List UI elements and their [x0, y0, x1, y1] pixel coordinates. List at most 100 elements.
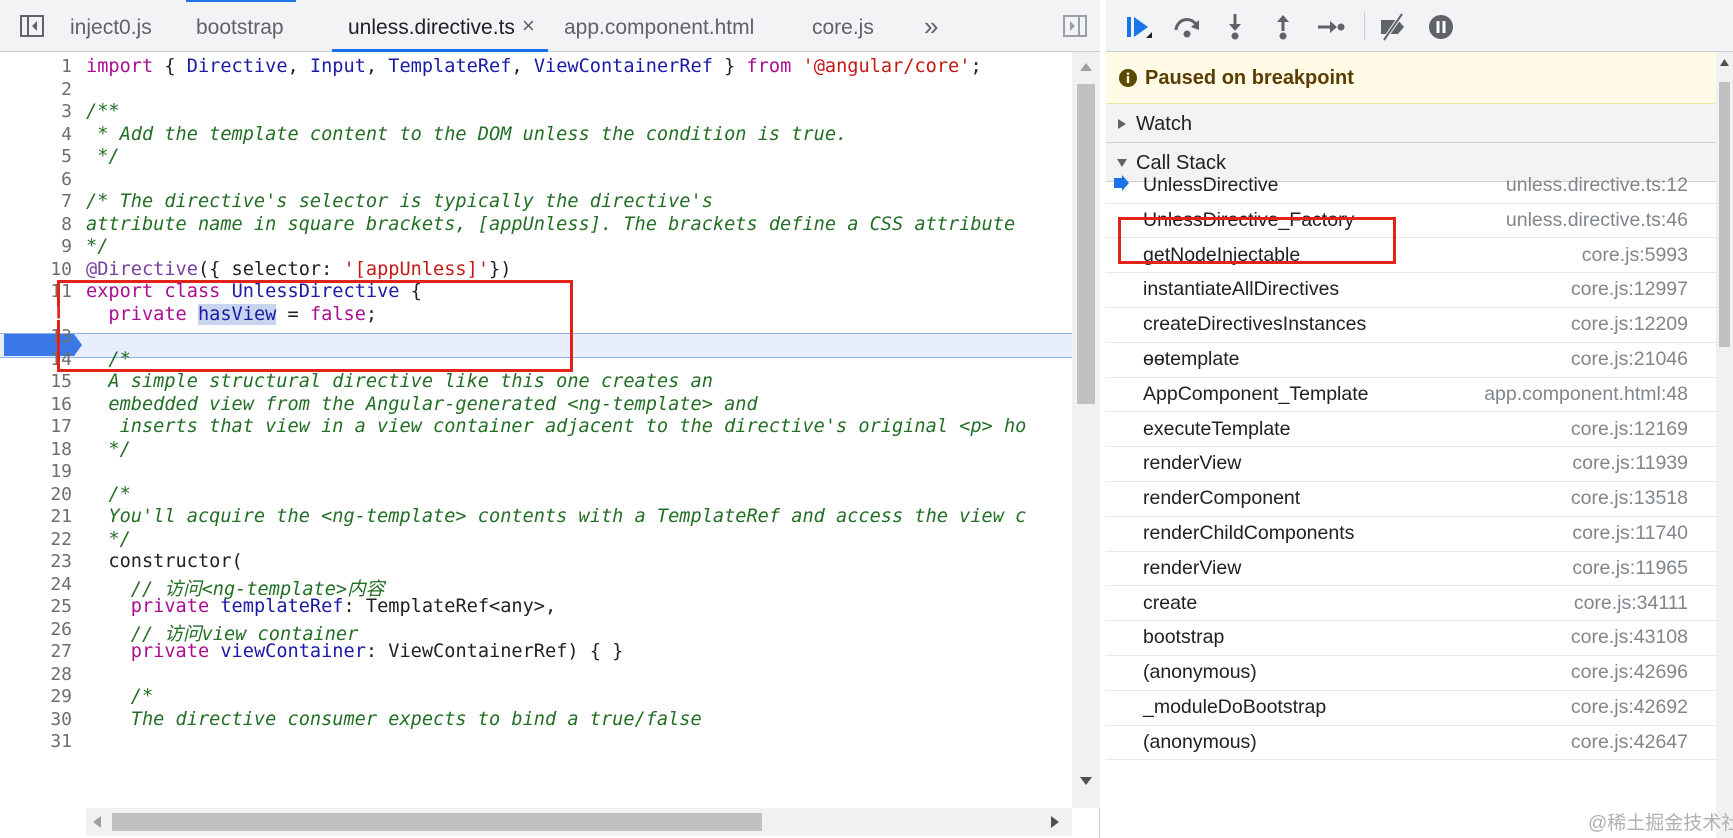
- line-number[interactable]: 27: [0, 641, 72, 662]
- tab-app-component-html[interactable]: app.component.html: [564, 0, 754, 52]
- tab-bootstrap[interactable]: bootstrap: [196, 0, 284, 52]
- scrollbar-thumb[interactable]: [112, 813, 762, 831]
- call-frame-name: executeTemplate: [1143, 417, 1291, 440]
- call-frame-location[interactable]: core.js:12169: [1571, 418, 1688, 441]
- call-frame-name: renderComponent: [1143, 487, 1301, 510]
- call-frame-location[interactable]: core.js:12997: [1571, 278, 1688, 301]
- call-frame-location[interactable]: core.js:42647: [1571, 731, 1688, 754]
- line-number[interactable]: 4: [0, 124, 72, 145]
- tab-core-js[interactable]: core.js: [812, 0, 874, 52]
- step-icon[interactable]: [1316, 12, 1346, 42]
- call-frame[interactable]: createDirectivesInstances core.js:12209: [1106, 304, 1716, 343]
- line-number[interactable]: 23: [0, 551, 72, 572]
- line-number[interactable]: 21: [0, 506, 72, 527]
- step-out-icon[interactable]: [1268, 12, 1298, 42]
- call-frame[interactable]: renderView core.js:11965: [1106, 548, 1716, 587]
- line-number[interactable]: 20: [0, 484, 72, 505]
- scroll-down-icon[interactable]: [1079, 776, 1093, 786]
- call-frame[interactable]: _moduleDoBootstrap core.js:42692: [1106, 687, 1716, 726]
- call-frame-location[interactable]: core.js:11740: [1572, 522, 1688, 545]
- scrollbar-thumb[interactable]: [1077, 84, 1095, 404]
- step-over-icon[interactable]: [1172, 12, 1202, 42]
- call-frame-name: UnlessDirective: [1143, 174, 1279, 196]
- line-number[interactable]: 16: [0, 394, 72, 415]
- watch-section-header[interactable]: Watch: [1106, 104, 1716, 143]
- scroll-right-icon[interactable]: [1050, 815, 1060, 829]
- line-number[interactable]: 31: [0, 731, 72, 752]
- toolbar-divider: [1364, 12, 1365, 40]
- call-frame[interactable]: bootstrap core.js:43108: [1106, 617, 1716, 656]
- resume-icon[interactable]: [1124, 12, 1154, 42]
- pause-on-exceptions-icon[interactable]: [1426, 12, 1456, 42]
- line-number[interactable]: 1: [0, 56, 72, 77]
- call-frame-location[interactable]: core.js:11965: [1572, 557, 1688, 580]
- call-frame[interactable]: ɵɵtemplate core.js:21046: [1106, 339, 1716, 378]
- line-number[interactable]: 9: [0, 236, 72, 257]
- call-frame[interactable]: executeTemplate core.js:12169: [1106, 409, 1716, 448]
- deactivate-breakpoints-icon[interactable]: [1378, 12, 1408, 42]
- line-number[interactable]: 29: [0, 686, 72, 707]
- line-number[interactable]: 7: [0, 191, 72, 212]
- line-number[interactable]: 22: [0, 529, 72, 550]
- line-number[interactable]: 3: [0, 101, 72, 122]
- line-number[interactable]: 12: [0, 304, 72, 325]
- code-line: */: [86, 438, 131, 460]
- call-frame-location[interactable]: unless.directive.ts:46: [1506, 209, 1688, 232]
- scrollbar-thumb[interactable]: [1719, 82, 1730, 347]
- line-number[interactable]: 26: [0, 619, 72, 640]
- line-number[interactable]: 19: [0, 461, 72, 482]
- tab-unless-directive-ts[interactable]: unless.directive.ts: [348, 0, 515, 52]
- call-frame-location[interactable]: unless.directive.ts:12: [1506, 174, 1688, 197]
- call-frame-name: renderChildComponents: [1143, 522, 1355, 544]
- line-number[interactable]: 28: [0, 664, 72, 685]
- code-vertical-scrollbar[interactable]: [1072, 52, 1100, 808]
- call-frame-location[interactable]: core.js:42696: [1571, 661, 1688, 684]
- more-tabs-icon[interactable]: »: [924, 0, 938, 52]
- toggle-debugger-icon[interactable]: [1062, 13, 1088, 39]
- line-number[interactable]: 5: [0, 146, 72, 167]
- current-frame-arrow-icon: [1114, 175, 1129, 191]
- call-frame-name: create: [1143, 591, 1198, 614]
- call-frame[interactable]: (anonymous) core.js:42647: [1106, 722, 1716, 761]
- sidebar-scrollbar[interactable]: [1716, 52, 1733, 838]
- toggle-navigator-icon[interactable]: [19, 13, 45, 39]
- call-frame[interactable]: renderView core.js:11939: [1106, 443, 1716, 482]
- highlight-box: [1118, 217, 1396, 264]
- line-number[interactable]: 10: [0, 259, 72, 280]
- scroll-up-icon[interactable]: [1079, 62, 1093, 72]
- line-number[interactable]: 6: [0, 169, 72, 190]
- line-number[interactable]: 15: [0, 371, 72, 392]
- call-frame-name: instantiateAllDirectives: [1143, 278, 1340, 301]
- code-horizontal-scrollbar[interactable]: [86, 808, 1072, 836]
- call-frame[interactable]: AppComponent_Template app.component.html:…: [1106, 374, 1716, 413]
- call-frame-location[interactable]: app.component.html:48: [1484, 383, 1688, 406]
- code-view[interactable]: 1 2 3 4 5 6 7 8 9 10 11 12 13 14 15 16 17 18 19 20 21 22 23 24 2…: [0, 52, 1072, 808]
- tab-inject0-js[interactable]: inject0.js: [70, 0, 152, 52]
- call-frame-location[interactable]: core.js:34111: [1574, 592, 1688, 615]
- call-frame[interactable]: create core.js:34111: [1106, 583, 1716, 622]
- step-into-icon[interactable]: [1220, 12, 1250, 42]
- call-frame-location[interactable]: core.js:5993: [1582, 244, 1688, 267]
- line-number[interactable]: 30: [0, 709, 72, 730]
- call-frame-location[interactable]: core.js:42692: [1571, 696, 1688, 719]
- call-frame[interactable]: UnlessDirective unless.directive.ts:12: [1106, 165, 1716, 204]
- call-frame-location[interactable]: core.js:43108: [1571, 626, 1688, 649]
- call-frame[interactable]: renderChildComponents core.js:11740: [1106, 513, 1716, 552]
- call-frame[interactable]: instantiateAllDirectives core.js:12997: [1106, 269, 1716, 308]
- call-frame-location[interactable]: core.js:11939: [1572, 452, 1688, 475]
- code-line: */: [86, 146, 120, 167]
- line-number[interactable]: 18: [0, 439, 72, 460]
- scroll-left-icon[interactable]: [92, 815, 102, 829]
- scroll-up-icon[interactable]: [1719, 58, 1730, 67]
- line-number[interactable]: 17: [0, 416, 72, 437]
- line-number[interactable]: 24: [0, 574, 72, 595]
- call-frame-location[interactable]: core.js:21046: [1571, 348, 1688, 371]
- line-number[interactable]: 25: [0, 596, 72, 617]
- call-frame[interactable]: (anonymous) core.js:42696: [1106, 652, 1716, 691]
- call-frame[interactable]: renderComponent core.js:13518: [1106, 478, 1716, 517]
- call-frame-location[interactable]: core.js:12209: [1571, 313, 1688, 336]
- call-frame-location[interactable]: core.js:13518: [1571, 487, 1688, 510]
- line-number[interactable]: 8: [0, 214, 72, 235]
- tab-close-icon[interactable]: ×: [522, 12, 535, 40]
- line-number[interactable]: 2: [0, 79, 72, 100]
